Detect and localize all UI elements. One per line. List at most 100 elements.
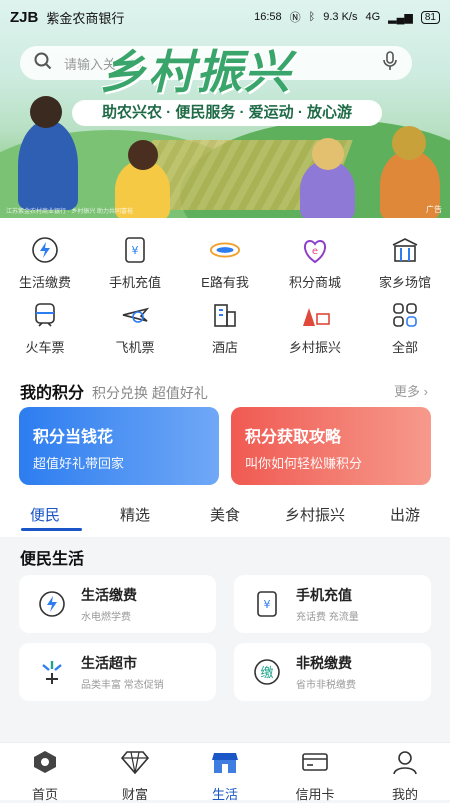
life-card-non-tax-payment[interactable]: 缴 非税缴费 省市非税缴费 — [234, 643, 431, 701]
banner-note: 江苏紫金农村商业银行 · 乡村振兴 助力共同富裕 — [6, 209, 133, 215]
points-section: 我的积分 积分兑换 超值好礼 更多 › 积分当钱花 超值好礼带回家 积分获取攻略… — [0, 363, 450, 493]
svg-text:¥: ¥ — [132, 244, 139, 257]
rural-icon — [299, 299, 331, 331]
card-subtitle: 超值好礼带回家 — [33, 456, 125, 471]
nav-label: 我的 — [391, 787, 418, 802]
microphone-icon[interactable] — [382, 50, 398, 76]
bolt-icon — [29, 234, 61, 266]
svg-text:¥: ¥ — [264, 598, 271, 611]
grid-icon — [389, 299, 421, 331]
e-road-icon — [209, 234, 241, 266]
points-header: 我的积分 积分兑换 超值好礼 — [20, 379, 208, 403]
nav-label: 生活 — [211, 787, 238, 802]
points-mall-icon: e — [299, 234, 331, 266]
nav-life[interactable]: 生活 — [180, 743, 270, 802]
life-card-name: 非税缴费 — [296, 655, 352, 671]
train-icon — [29, 299, 61, 331]
service-label: E路有我 — [201, 275, 249, 290]
farmer-girl-head — [128, 140, 158, 170]
life-card-name: 生活缴费 — [81, 587, 137, 603]
diamond-icon — [120, 749, 150, 780]
tax-payment-icon: 缴 — [250, 655, 284, 689]
user-icon — [392, 749, 418, 780]
carrier: ZJB — [10, 8, 39, 26]
service-hotel[interactable]: 酒店 — [180, 299, 270, 363]
life-card-desc: 省市非税缴费 — [296, 680, 356, 691]
nav-home[interactable]: 首页 — [0, 743, 90, 802]
credit-card-icon — [301, 749, 329, 780]
service-all[interactable]: 全部 — [360, 299, 450, 363]
banner-title: 乡村振兴 — [100, 46, 292, 98]
banner-subtitle: 助农兴农 · 便民服务 · 爱运动 · 放心游 — [72, 100, 382, 126]
status-bar: ZJB 紫金农商银行 16:58 Ⓝ ᛒ 9.3 K/s 4G ▂▄▆ 81 — [0, 0, 450, 34]
home-icon — [32, 749, 58, 780]
points-more-link[interactable]: 更多 › — [394, 381, 428, 400]
service-e-road[interactable]: E路有我 — [180, 234, 270, 298]
card-subtitle: 叫你如何轻松赚积分 — [245, 456, 363, 471]
service-train-ticket[interactable]: 火车票 — [0, 299, 90, 363]
status-icons: 16:58 Ⓝ ᛒ 9.3 K/s 4G ▂▄▆ 81 — [254, 9, 440, 25]
service-points-mall[interactable]: e 积分商城 — [270, 234, 360, 298]
card-title: 积分当钱花 — [33, 429, 114, 446]
service-label: 生活缴费 — [18, 275, 71, 290]
service-plane-ticket[interactable]: 飞机票 — [90, 299, 180, 363]
service-phone-topup[interactable]: ¥ 手机充值 — [90, 234, 180, 298]
service-venue[interactable]: 家乡场馆 — [360, 234, 450, 298]
banner[interactable]: ZJB 紫金农商银行 16:58 Ⓝ ᛒ 9.3 K/s 4G ▂▄▆ 81 请… — [0, 0, 450, 218]
nav-wealth[interactable]: 财富 — [90, 743, 180, 802]
bluetooth-icon: ᛒ — [308, 11, 316, 23]
life-card-name: 生活超市 — [81, 655, 137, 671]
nav-credit-card[interactable]: 信用卡 — [270, 743, 360, 802]
nav-mine[interactable]: 我的 — [360, 743, 450, 802]
tourist-head — [312, 138, 344, 170]
points-title: 我的积分 — [20, 385, 85, 402]
chevron-right-icon: › — [423, 384, 428, 399]
service-grid: 生活缴费 ¥ 手机充值 E路有我 e 积分商城 家乡场馆 火车票 飞机票 酒店 … — [0, 218, 450, 363]
search-icon — [34, 52, 52, 75]
plane-icon — [119, 299, 151, 331]
service-label: 乡村振兴 — [288, 339, 341, 355]
signal-icon: ▂▄▆ — [388, 11, 413, 24]
shop-icon — [211, 749, 239, 780]
service-bill-payment[interactable]: 生活缴费 — [0, 234, 90, 298]
points-guide-card[interactable]: 积分获取攻略 叫你如何轻松赚积分 — [231, 407, 431, 485]
life-card-name: 手机充值 — [296, 587, 352, 603]
net-speed: 9.3 K/s — [323, 11, 358, 23]
service-label: 飞机票 — [115, 339, 155, 355]
service-rural-revitalization[interactable]: 乡村振兴 — [270, 299, 360, 363]
tab-convenience[interactable]: 便民 — [0, 493, 90, 537]
service-label: 手机充值 — [108, 275, 161, 290]
service-label: 家乡场馆 — [378, 275, 431, 290]
tab-travel[interactable]: 出游 — [360, 493, 450, 537]
time: 16:58 — [254, 11, 282, 23]
points-subtitle: 积分兑换 超值好礼 — [92, 385, 208, 401]
farmer-man-head — [392, 126, 426, 160]
nfc-icon: Ⓝ — [289, 12, 301, 24]
more-label: 更多 — [394, 384, 421, 399]
tab-rural[interactable]: 乡村振兴 — [270, 493, 360, 537]
tab-food[interactable]: 美食 — [180, 493, 270, 537]
nav-label: 首页 — [31, 787, 58, 802]
life-card-bill-payment[interactable]: 生活缴费 水电燃学费 — [19, 575, 216, 633]
life-card-supermarket[interactable]: 生活超市 品类丰富 常态促销 — [19, 643, 216, 701]
battery-level: 81 — [420, 10, 440, 24]
service-label: 火车票 — [25, 339, 65, 355]
hotel-icon — [209, 299, 241, 331]
phone-yen-icon: ¥ — [119, 234, 151, 266]
card-title: 积分获取攻略 — [245, 429, 342, 446]
service-label: 积分商城 — [288, 275, 341, 290]
life-card-desc: 水电燃学费 — [81, 612, 131, 623]
bolt-icon — [35, 587, 69, 621]
badminton-player-head — [30, 96, 62, 128]
nav-label: 信用卡 — [295, 787, 335, 802]
life-card-phone-topup[interactable]: ¥ 手机充值 充话费 充流量 — [234, 575, 431, 633]
tab-featured[interactable]: 精选 — [90, 493, 180, 537]
life-card-desc: 充话费 充流量 — [296, 612, 359, 623]
life-card-desc: 品类丰富 常态促销 — [81, 680, 164, 691]
svg-text:e: e — [312, 246, 318, 257]
bank-name: 紫金农商银行 — [46, 10, 125, 26]
bottom-navigation: 首页 财富 生活 信用卡 我的 — [0, 742, 450, 802]
phone-yen-icon: ¥ — [250, 587, 284, 621]
supermarket-icon — [35, 655, 69, 689]
points-spend-card[interactable]: 积分当钱花 超值好礼带回家 — [19, 407, 219, 485]
